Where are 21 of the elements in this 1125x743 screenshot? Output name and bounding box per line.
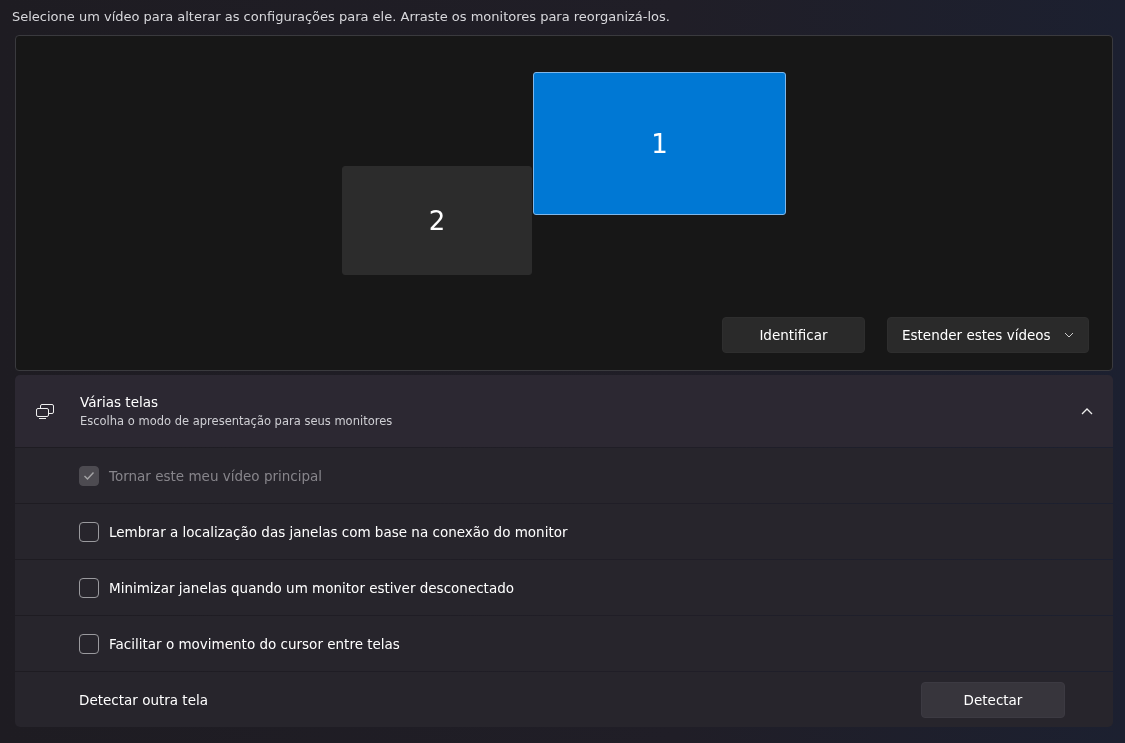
section-subtitle: Escolha o modo de apresentação para seus monitores: [80, 414, 394, 428]
checkmark-icon: [83, 470, 95, 481]
checkbox-label: Tornar este meu vídeo principal: [109, 467, 323, 484]
multiple-displays-header[interactable]: Várias telas Escolha o modo de apresentação para seus monitores: [15, 375, 1113, 447]
chevron-down-icon: [1064, 332, 1074, 338]
checkbox-label: Facilitar o movimento do cursor entre telas: [109, 635, 400, 652]
display-mode-dropdown[interactable]: Estender estes vídeos: [887, 317, 1089, 353]
detect-button[interactable]: Detectar: [921, 681, 1065, 718]
checkbox[interactable]: [79, 521, 99, 542]
checkbox-label: Minimizar janelas quando um monitor estiver desconectado: [109, 579, 514, 596]
detect-label: Detectar outra tela: [79, 691, 208, 708]
section-title: Várias telas: [80, 394, 159, 410]
checkbox[interactable]: [79, 633, 99, 654]
identify-button[interactable]: Identificar: [722, 317, 865, 353]
checkbox[interactable]: [79, 577, 99, 598]
multiple-displays-icon: [35, 403, 55, 419]
checkbox-label: Lembrar a localização das janelas com base na conexão do monitor: [109, 523, 568, 540]
monitor-tile[interactable]: 1: [533, 72, 786, 215]
chevron-icon: [1081, 407, 1093, 415]
monitor-tile[interactable]: 2: [342, 166, 532, 275]
instruction-text: Selecione um vídeo para alterar as configurações para ele. Arraste os monitores para reorganizá-los.: [12, 9, 671, 24]
